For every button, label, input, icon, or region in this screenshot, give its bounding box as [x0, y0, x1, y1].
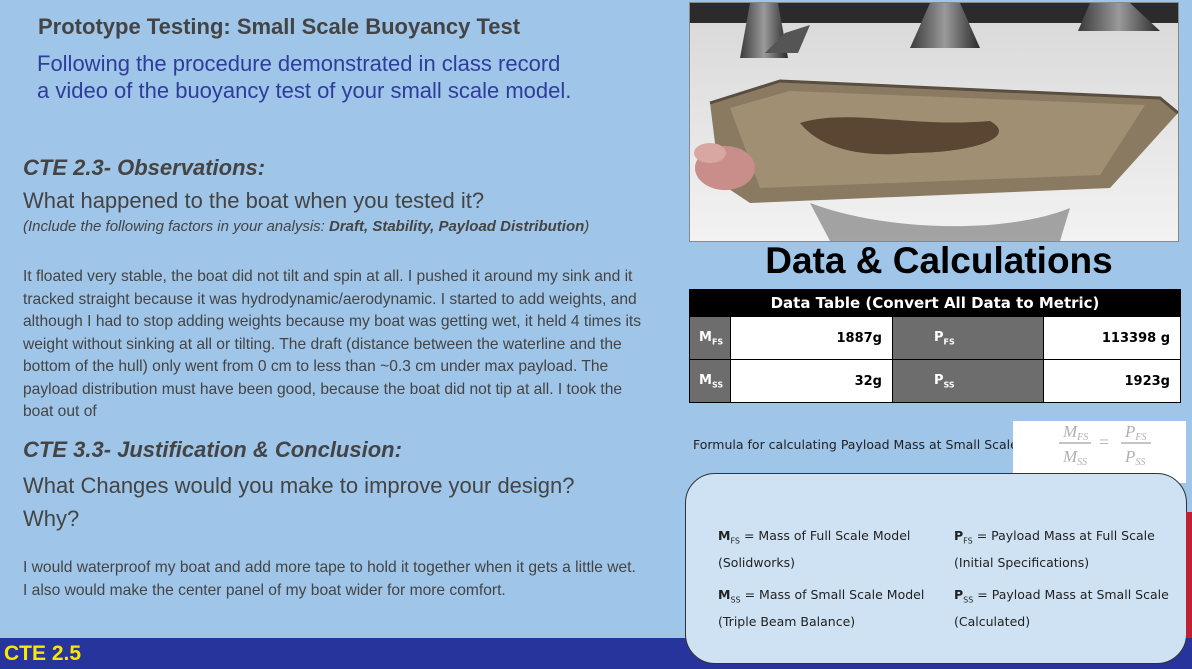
justification-question: What Changes would you make to improve y…	[23, 473, 575, 531]
pss-symbol: P	[934, 372, 944, 388]
mfs-label: MFS	[689, 316, 731, 360]
formula-equals: =	[1099, 432, 1109, 452]
pss-subscript: SS	[943, 380, 955, 390]
legend-mss: MSS = Mass of Small Scale Model (Triple B…	[718, 587, 925, 629]
data-table: Data Table (Convert All Data to Metric) …	[689, 289, 1181, 403]
boat-in-sink-image	[690, 3, 1178, 241]
formula-mss: MSS	[1062, 447, 1087, 468]
pfs-subscript: FS	[943, 337, 955, 347]
formula-mfs: MFS	[1062, 422, 1088, 443]
legend-mfs: MFS = Mass of Full Scale Model (Solidwork…	[718, 528, 911, 570]
intro-text: Following the procedure demonstrated in …	[37, 51, 572, 103]
variable-legend: MFS = Mass of Full Scale Model (Solidwork…	[685, 473, 1187, 664]
footer-label: CTE 2.5	[4, 642, 82, 665]
note-suffix: )	[584, 218, 590, 235]
pfs-value[interactable]: 113398 g	[1043, 316, 1181, 360]
formula-pss: PSS	[1124, 447, 1145, 468]
justification-answer[interactable]: I would waterproof my boat and add more …	[23, 557, 643, 602]
edge-accent	[1186, 512, 1192, 638]
legend-pss: PSS = Payload Mass at Small Scale (Calcul…	[954, 587, 1169, 629]
note-prefix: (Include the following factors in your a…	[23, 218, 329, 235]
note-factors: Draft, Stability, Payload Distribution	[328, 218, 585, 235]
mss-symbol: M	[699, 372, 712, 388]
formula-label-text: Formula for calculating Payload Mass at …	[693, 437, 1035, 452]
mss-subscript: SS	[711, 380, 724, 390]
table-row: MFS 1887g PFS 113398 g	[689, 316, 1181, 360]
pss-value[interactable]: 1923g	[1043, 359, 1181, 403]
mfs-subscript: FS	[711, 337, 724, 347]
mfs-value[interactable]: 1887g	[730, 316, 893, 360]
mss-value[interactable]: 32g	[730, 359, 893, 403]
justification-heading: CTE 3.3- Justification & Conclusion:	[23, 437, 402, 462]
formula-pfs: PFS	[1124, 422, 1147, 443]
data-table-header: Data Table (Convert All Data to Metric)	[689, 289, 1181, 317]
legend-pfs: PFS = Payload Mass at Full Scale (Initial…	[954, 528, 1155, 570]
mss-label: MSS	[689, 359, 731, 403]
slide-title: Prototype Testing: Small Scale Buoyancy …	[38, 14, 521, 39]
table-row: MSS 32g PSS 1923g	[689, 359, 1181, 403]
observations-answer[interactable]: It floated very stable, the boat did not…	[23, 266, 643, 424]
data-calculations-heading: Data & Calculations	[765, 240, 1113, 281]
pfs-symbol: P	[934, 329, 944, 345]
mfs-symbol: M	[699, 329, 712, 345]
pfs-label: PFS	[892, 316, 1044, 360]
buoyancy-test-photo[interactable]	[689, 2, 1179, 242]
observations-heading: CTE 2.3- Observations:	[23, 155, 266, 180]
observations-note: (Include the following factors in your a…	[23, 218, 589, 235]
formula-label: Formula for calculating Payload Mass at …	[693, 437, 1053, 455]
pss-label: PSS	[892, 359, 1044, 403]
observations-question: What happened to the boat when you teste…	[23, 188, 485, 213]
